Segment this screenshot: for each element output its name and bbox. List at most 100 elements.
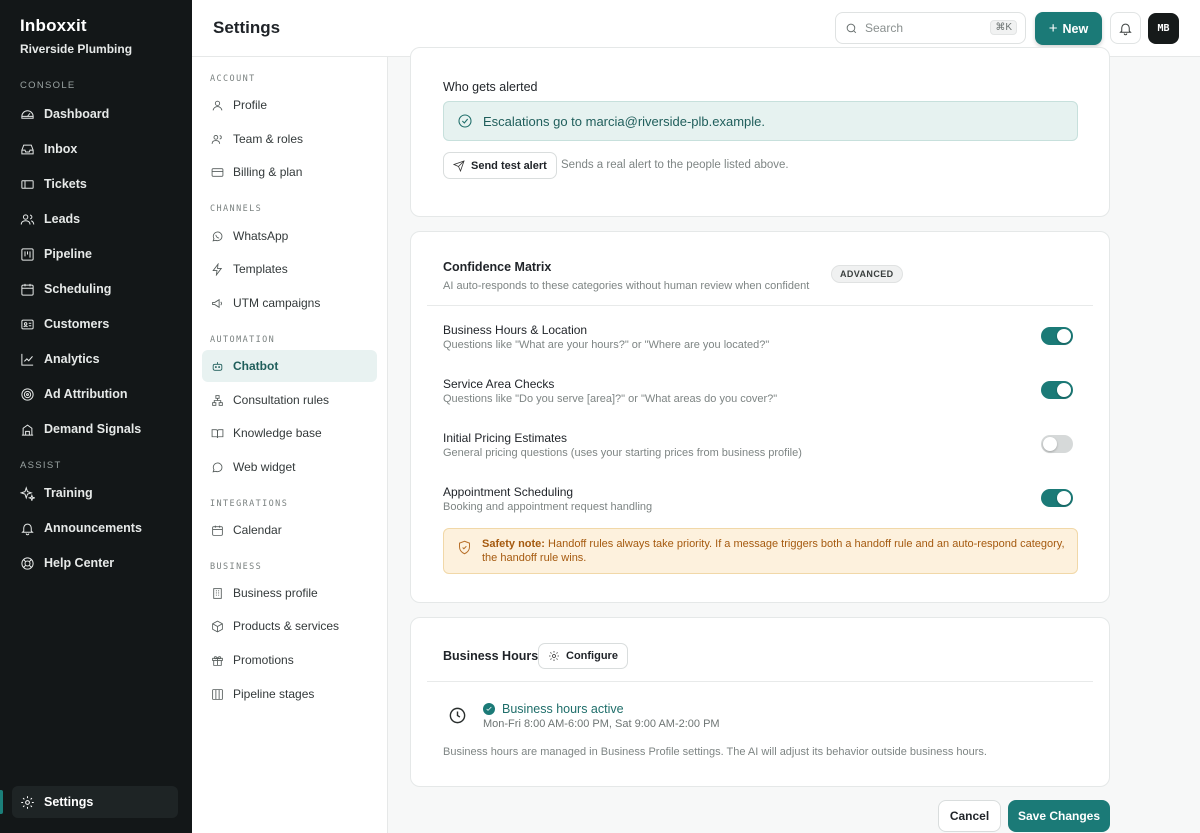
new-button[interactable]: + New [1035, 12, 1102, 45]
sidebar-item-leads[interactable]: Leads [20, 206, 180, 232]
sidebar-item-label: Announcements [44, 521, 142, 535]
subnav-item-label: WhatsApp [233, 229, 289, 243]
workspace-name[interactable]: Riverside Plumbing [20, 42, 132, 56]
sidebar-item-training[interactable]: Training [20, 480, 180, 506]
sidebar-item-demand-signals[interactable]: Demand Signals [20, 416, 180, 442]
sidebar-item-analytics[interactable]: Analytics [20, 346, 180, 372]
sidebar-section-assist: ASSIST [20, 460, 62, 471]
ticket-icon [21, 179, 34, 189]
subnav-item-label: Products & services [233, 619, 340, 633]
subnav-item-products-services[interactable]: Products & services [202, 610, 377, 642]
sidebar-item-label: Pipeline [44, 247, 92, 261]
sidebar-item-settings[interactable]: Settings [12, 786, 178, 818]
new-button-label: New [1062, 21, 1089, 36]
search-input[interactable] [865, 21, 985, 35]
subnav-item-billing-plan[interactable]: Billing & plan [202, 156, 377, 188]
subnav-item-chatbot[interactable]: Chatbot [202, 350, 377, 382]
building-icon [21, 424, 34, 436]
safety-note-label: Safety note: [482, 538, 545, 550]
row-description: Questions like "What are your hours?" or… [443, 339, 770, 351]
row-description: Questions like "Do you serve [area]?" or… [443, 393, 778, 405]
sidebar-item-ad-attribution[interactable]: Ad Attribution [20, 381, 180, 407]
inbox-icon [21, 144, 34, 154]
sparkle-icon [20, 485, 35, 501]
toggle-service-area-checks[interactable] [1041, 381, 1073, 399]
check-circle-icon [458, 114, 472, 128]
configure-button[interactable]: Configure [538, 643, 628, 669]
cancel-button[interactable]: Cancel [938, 800, 1001, 832]
gift-icon [212, 655, 223, 666]
subnav-item-knowledge-base[interactable]: Knowledge base [202, 417, 377, 449]
subnav-section-integrations: INTEGRATIONS [210, 499, 289, 509]
subnav-item-label: Templates [233, 262, 288, 276]
sidebar-item-scheduling[interactable]: Scheduling [20, 276, 180, 302]
toggle-knob [1057, 491, 1071, 505]
subnav-item-label: Promotions [233, 653, 294, 667]
business-hours-status: Business hours active [483, 702, 624, 716]
subnav-item-web-widget[interactable]: Web widget [202, 451, 377, 483]
subnav-section-account: ACCOUNT [210, 74, 256, 84]
active-indicator [0, 790, 3, 814]
row-description: Booking and appointment request handling [443, 501, 653, 513]
subnav-item-promotions[interactable]: Promotions [202, 644, 377, 676]
subnav-item-calendar[interactable]: Calendar [202, 514, 377, 546]
users-icon [20, 213, 35, 225]
save-changes-button[interactable]: Save Changes [1008, 800, 1110, 832]
subnav-item-label: Pipeline stages [233, 687, 315, 701]
sidebar-item-tickets[interactable]: Tickets [20, 171, 180, 197]
subnav-item-label: Billing & plan [233, 165, 303, 179]
megaphone-icon [212, 298, 222, 308]
toggle-business-hours-location[interactable] [1041, 327, 1073, 345]
brand: Inboxxit Riverside Plumbing [20, 16, 132, 56]
notifications-button[interactable] [1110, 12, 1141, 44]
clock-icon [449, 707, 466, 724]
subnav-item-consultation-rules[interactable]: Consultation rules [202, 384, 377, 416]
subnav-item-team-roles[interactable]: Team & roles [202, 123, 377, 155]
subnav-item-label: Calendar [233, 523, 282, 537]
kanban-icon [212, 688, 223, 700]
row-title: Business Hours & Location [443, 323, 588, 337]
book-icon [211, 428, 224, 438]
subnav-item-business-profile[interactable]: Business profile [202, 577, 377, 609]
sidebar-item-label: Dashboard [44, 107, 110, 121]
business-hours-card: Business Hours Configure Business hours … [410, 617, 1110, 787]
subnav-item-profile[interactable]: Profile [202, 89, 377, 121]
avatar[interactable]: MB [1148, 13, 1179, 44]
bell-icon [1119, 23, 1132, 35]
sidebar-item-label: Ad Attribution [44, 387, 128, 401]
configure-label: Configure [566, 650, 618, 662]
subnav-item-utm-campaigns[interactable]: UTM campaigns [202, 287, 377, 319]
sidebar-item-label: Tickets [44, 177, 87, 191]
divider [427, 681, 1093, 682]
sidebar-item-label: Customers [44, 317, 110, 331]
row-title: Appointment Scheduling [443, 485, 574, 499]
sidebar-item-inbox[interactable]: Inbox [20, 136, 180, 162]
toggle-appointment-scheduling[interactable] [1041, 489, 1073, 507]
shield-icon [459, 540, 470, 555]
sidebar-item-label: Help Center [44, 556, 115, 570]
sidebar-item-dashboard[interactable]: Dashboard [20, 101, 180, 127]
settings-nav: ACCOUNT Profile Team & roles Billing & p… [192, 57, 388, 833]
search-box[interactable]: ⌘K [835, 12, 1026, 44]
whatsapp-icon [212, 231, 223, 241]
toggle-initial-pricing-estimates[interactable] [1041, 435, 1073, 453]
subnav-item-label: Consultation rules [233, 393, 330, 407]
sidebar-item-pipeline[interactable]: Pipeline [20, 241, 180, 267]
send-icon [453, 159, 465, 172]
row-title: Initial Pricing Estimates [443, 431, 568, 445]
calendar-icon [21, 283, 34, 296]
sidebar-item-customers[interactable]: Customers [20, 311, 180, 337]
subnav-item-whatsapp[interactable]: WhatsApp [202, 220, 377, 252]
settings-content: Who gets alerted Escalations go to marci… [388, 47, 1200, 833]
sidebar-item-help-center[interactable]: Help Center [20, 550, 180, 576]
subnav-item-pipeline-stages[interactable]: Pipeline stages [202, 678, 377, 710]
subnav-item-templates[interactable]: Templates [202, 253, 377, 285]
toggle-knob [1057, 329, 1071, 343]
check-icon [483, 703, 495, 715]
sidebar-item-announcements[interactable]: Announcements [20, 515, 180, 541]
lightning-icon [212, 262, 223, 276]
bell-icon [21, 523, 34, 535]
users-icon [211, 134, 222, 144]
alerts-heading: Who gets alerted [443, 80, 538, 94]
send-test-alert-button[interactable]: Send test alert [443, 152, 557, 179]
